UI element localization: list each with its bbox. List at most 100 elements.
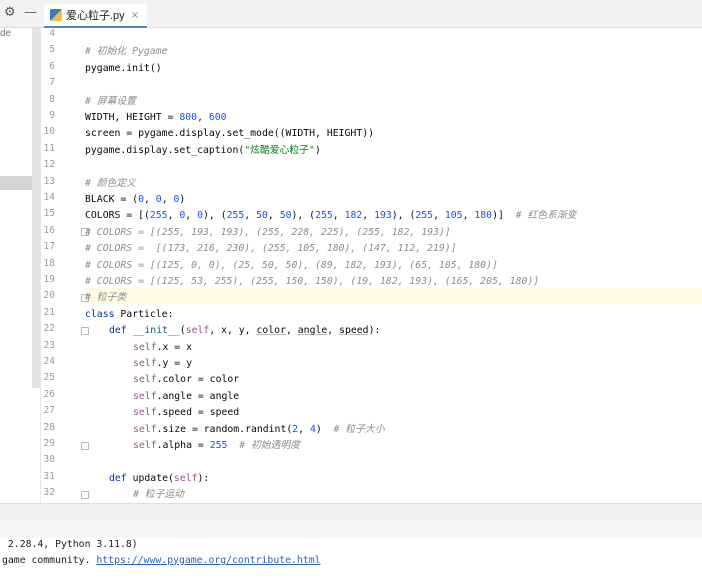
code-token: ): [179, 194, 186, 205]
editor-horizontal-scrollbar[interactable]: [0, 503, 702, 521]
code-token: update(: [126, 472, 174, 484]
console-line: game community. https://www.pygame.org/c…: [2, 555, 321, 566]
line-number: 27: [43, 405, 55, 417]
code-line: # COLORS = [(255, 193, 193), (255, 228, …: [85, 225, 451, 241]
line-number: 5: [49, 44, 55, 56]
code-comment: # 颜色定义: [85, 177, 136, 189]
code-token: ,: [197, 112, 209, 123]
code-comment: # 粒子大小: [333, 423, 385, 435]
code-line: self.alpha = 255 # 初始透明度: [133, 438, 300, 454]
code-line: self.y = y: [133, 356, 192, 372]
code-param: angle: [297, 325, 328, 337]
code-line: self.angle = angle: [133, 389, 239, 405]
code-self: self: [133, 390, 157, 402]
code-number: 255: [149, 210, 168, 222]
line-number: 7: [49, 77, 55, 89]
code-line: # COLORS = [(173, 216, 230), (255, 105, …: [85, 241, 457, 257]
code-function-name: __init__: [132, 325, 180, 337]
line-number: 15: [43, 208, 55, 220]
code-line: self.x = x: [133, 340, 192, 356]
code-number: 180: [474, 210, 493, 222]
line-number: 16: [43, 224, 55, 236]
editor-tab-bar: ⚙ — 爱心粒子.py ×: [0, 0, 702, 28]
code-number: 50: [256, 210, 268, 222]
line-number-gutter: 4 5 6 7 8 9 10 11 12 13 14 15 16 17 18 1…: [41, 28, 89, 503]
line-number: 23: [43, 339, 55, 351]
minimize-icon[interactable]: —: [24, 6, 37, 20]
code-token: ,: [433, 210, 445, 222]
code-comment: # 红色系渐变: [515, 210, 577, 222]
code-token: ,: [185, 210, 198, 222]
code-line: # 初始化 Pygame: [85, 44, 167, 60]
code-self: self: [173, 472, 198, 484]
code-token: ,: [167, 210, 180, 222]
code-comment: # COLORS = [(125, 53, 255), (255, 150, 1…: [85, 276, 540, 287]
code-line: def __init__(self, x, y, color, angle, s…: [109, 323, 380, 339]
line-number: 14: [43, 192, 55, 203]
code-self: self: [133, 374, 157, 386]
code-number: 255: [209, 440, 228, 451]
code-line: # 屏幕设置: [85, 94, 136, 110]
code-keyword: class: [85, 308, 115, 320]
run-panel-header: [0, 520, 702, 539]
code-line: # COLORS = [(125, 0, 0), (25, 50, 50), (…: [85, 258, 498, 274]
code-token: .alpha =: [156, 440, 210, 451]
line-number: 32: [43, 487, 55, 499]
code-token: .size = random.randint(: [156, 423, 293, 435]
code-number: 50: [279, 210, 292, 222]
code-line: class Particle:: [85, 307, 173, 323]
code-number: 193: [374, 210, 392, 222]
code-token: BLACK = (: [85, 194, 139, 205]
code-comment: # 初始透明度: [239, 440, 300, 451]
code-token: .y = y: [156, 358, 192, 369]
editor-tab[interactable]: 爱心粒子.py ×: [44, 4, 148, 28]
code-number: 600: [208, 112, 227, 123]
code-self: self: [133, 440, 157, 451]
line-number: 10: [43, 126, 55, 138]
line-number: 20: [43, 290, 55, 302]
code-line: COLORS = [(255, 0, 0), (255, 50, 50), (2…: [85, 208, 576, 224]
code-token: pygame.display.set_caption(: [85, 144, 245, 156]
code-keyword: def: [109, 472, 127, 484]
code-line: # 颜色定义: [85, 176, 136, 192]
code-editor[interactable]: # 初始化 Pygame pygame.init() # 屏幕设置 WIDTH,…: [85, 28, 702, 503]
code-token: ): [315, 423, 334, 435]
code-token: ,: [462, 210, 475, 222]
code-token: .x = x: [156, 341, 192, 353]
code-token: ,: [327, 325, 340, 337]
selected-tree-row[interactable]: [0, 176, 32, 190]
code-token: ), (: [291, 210, 316, 222]
project-pane: de: [0, 28, 41, 520]
close-icon[interactable]: ×: [131, 10, 139, 21]
console-text: game community.: [2, 555, 97, 566]
code-param: speed: [339, 325, 369, 337]
line-number: 31: [43, 470, 55, 482]
code-line: def update(self):: [109, 471, 209, 487]
project-scrollbar[interactable]: [32, 28, 40, 388]
project-tree-item[interactable]: de: [0, 28, 11, 39]
code-token: ,: [161, 194, 174, 205]
line-number: 19: [43, 274, 55, 285]
code-line: WIDTH, HEIGHT = 800, 600: [85, 110, 227, 126]
run-console: 2.28.4, Python 3.11.8) game community. h…: [0, 538, 702, 588]
line-number: 6: [49, 60, 55, 72]
code-number: 255: [415, 210, 434, 222]
console-line: 2.28.4, Python 3.11.8): [2, 539, 138, 550]
code-number: 800: [179, 112, 198, 123]
line-number: 18: [43, 257, 55, 269]
code-comment: # 粒子类: [85, 292, 127, 304]
code-number: 105: [444, 210, 463, 222]
code-token: ,: [285, 325, 298, 337]
console-link[interactable]: https://www.pygame.org/contribute.html: [96, 555, 320, 566]
code-comment: # 初始化 Pygame: [85, 46, 168, 58]
tab-label: 爱心粒子.py: [66, 10, 125, 22]
gear-icon[interactable]: ⚙: [4, 6, 18, 20]
code-number: 182: [344, 210, 363, 222]
code-line: self.size = random.randint(2, 4) # 粒子大小: [133, 422, 385, 438]
code-comment: # COLORS = [(255, 193, 193), (255, 228, …: [85, 226, 451, 238]
code-line: # 粒子运动: [133, 487, 184, 503]
code-line: # COLORS = [(125, 53, 255), (255, 150, 1…: [85, 274, 539, 290]
code-token: COLORS = [(: [85, 210, 150, 222]
line-number: 4: [49, 28, 55, 39]
